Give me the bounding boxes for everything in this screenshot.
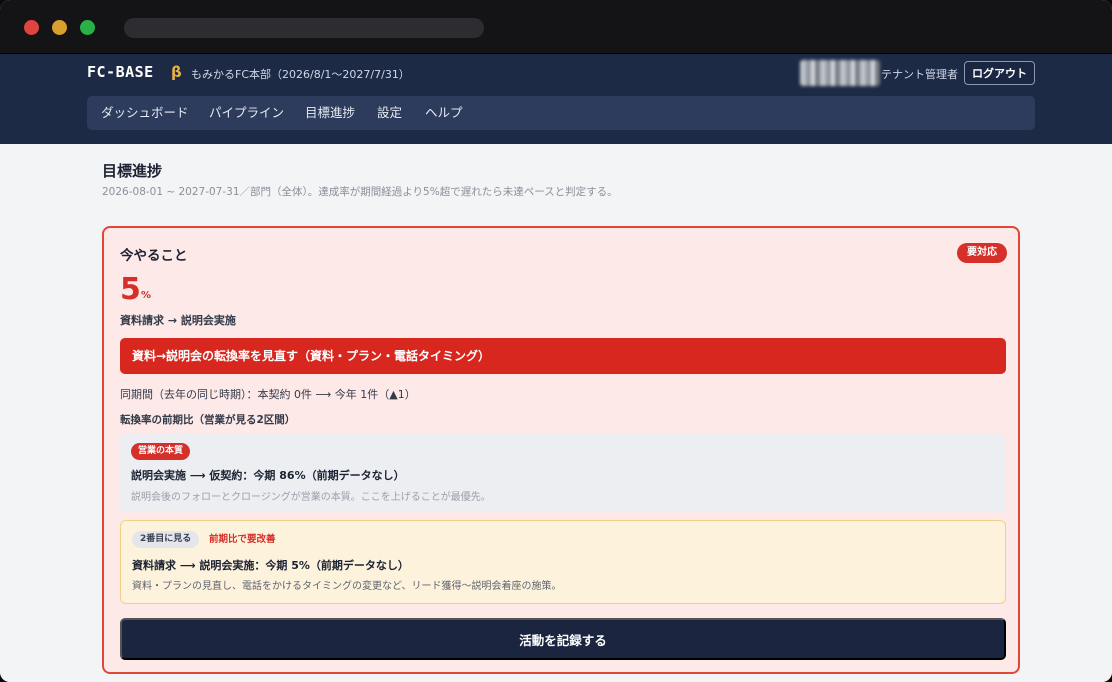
sales-essence-box: 営業の本質 説明会実施 ⟶ 仮契約：今期 86%（前期データなし） 説明会後のフ…	[120, 434, 1006, 512]
main-content: 目標進捗 2026-08-01 ~ 2027-07-31／部門（全体）。達成率が…	[0, 144, 1112, 682]
action-required-badge: 要対応	[957, 243, 1007, 263]
sales-essence-note: 説明会後のフォローとクロージングが営業の本質。ここを上げることが最優先。	[131, 492, 491, 503]
nav-help[interactable]: ヘルプ	[425, 96, 463, 130]
logout-button[interactable]: ログアウト	[964, 61, 1035, 85]
main-navigation: ダッシュボード パイプライン 目標進捗 設定 ヘルプ	[87, 96, 1035, 130]
maximize-window-icon[interactable]	[80, 20, 95, 35]
sales-essence-line: 説明会実施 ⟶ 仮契約：今期 86%（前期データなし）	[131, 469, 405, 482]
secondary-check-tag: 2番目に見る	[132, 531, 200, 548]
sales-essence-tag: 営業の本質	[131, 443, 191, 460]
nav-pipeline[interactable]: パイプライン	[209, 96, 284, 130]
page-title: 目標進捗	[102, 162, 163, 180]
user-avatar	[800, 60, 880, 86]
brand-logo[interactable]: FC-BASE	[87, 63, 154, 81]
needs-improvement-flag: 前期比で要改善	[209, 534, 276, 545]
todo-card: 今やること 要対応 5 % 資料請求 → 説明会実施 資料→説明会の転換率を見直…	[102, 226, 1020, 674]
nav-dashboard[interactable]: ダッシュボード	[101, 96, 189, 130]
minimize-window-icon[interactable]	[52, 20, 67, 35]
year-over-year-comparison: 同期間（去年の同じ時期）：本契約 0件 ⟶ 今年 1件（▲1）	[120, 388, 416, 401]
organization-period: もみかるFC本部（2026/8/1〜2027/7/31）	[191, 68, 410, 81]
secondary-check-box: 2番目に見る 前期比で要改善 資料請求 ⟶ 説明会実施：今期 5%（前期データな…	[120, 520, 1006, 604]
user-role: テナント管理者	[881, 68, 958, 81]
beta-mark: β	[171, 63, 182, 81]
window-titlebar	[0, 0, 1112, 54]
page-subtitle: 2026-08-01 ~ 2027-07-31／部門（全体）。達成率が期間経過よ…	[102, 186, 618, 198]
secondary-check-note: 資料・プランの見直し、電話をかけるタイミングの変更など、リード獲得〜説明会着座の…	[132, 581, 562, 592]
secondary-check-line: 資料請求 ⟶ 説明会実施：今期 5%（前期データなし）	[132, 559, 409, 572]
browser-window: FC-BASE β もみかるFC本部（2026/8/1〜2027/7/31） テ…	[0, 0, 1112, 682]
nav-settings[interactable]: 設定	[377, 96, 402, 130]
nav-goal-progress[interactable]: 目標進捗	[305, 96, 355, 130]
app-header: FC-BASE β もみかるFC本部（2026/8/1〜2027/7/31） テ…	[0, 54, 1112, 144]
card-title: 今やること	[120, 248, 188, 264]
conversion-rate-unit: %	[141, 290, 152, 301]
conversion-section-label: 転換率の前期比（営業が見る2区間）	[120, 414, 296, 426]
close-window-icon[interactable]	[24, 20, 39, 35]
record-activity-button[interactable]: 活動を記録する	[120, 618, 1006, 660]
recommended-action-bar: 資料→説明会の転換率を見直す（資料・プラン・電話タイミング）	[120, 338, 1006, 374]
address-bar[interactable]	[124, 18, 484, 38]
conversion-rate-value: 5	[120, 272, 141, 307]
stage-label: 資料請求 → 説明会実施	[120, 314, 236, 327]
